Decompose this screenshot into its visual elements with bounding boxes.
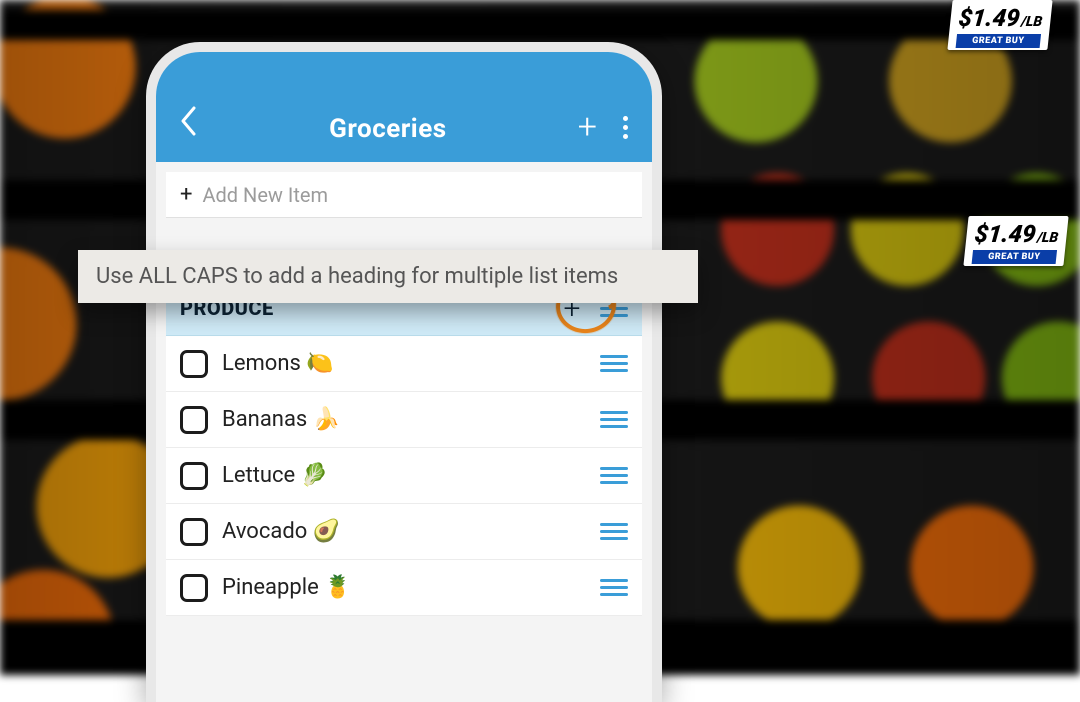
app-header: Groceries + xyxy=(156,52,652,162)
back-button[interactable] xyxy=(180,106,198,144)
price-banner: GREAT BUY xyxy=(972,250,1057,264)
price-tag: $1.49/LB GREAT BUY xyxy=(963,216,1068,266)
add-item-placeholder: Add New Item xyxy=(202,183,328,207)
price-value: $1.49 xyxy=(957,4,1021,32)
checkbox[interactable] xyxy=(180,406,208,434)
drag-handle-icon[interactable] xyxy=(600,579,628,596)
item-label: Pineapple 🍍 xyxy=(222,575,586,600)
checkbox[interactable] xyxy=(180,518,208,546)
drag-handle-icon[interactable] xyxy=(600,411,628,428)
checkbox[interactable] xyxy=(180,574,208,602)
instruction-tooltip: Use ALL CAPS to add a heading for multip… xyxy=(78,250,698,303)
price-unit: /LB xyxy=(1037,230,1060,246)
checkbox[interactable] xyxy=(180,350,208,378)
list-item[interactable]: Bananas 🍌 xyxy=(166,392,642,448)
header-add-button[interactable]: + xyxy=(578,110,597,144)
add-item-row[interactable]: + Add New Item xyxy=(166,172,642,218)
drag-handle-icon[interactable] xyxy=(600,355,628,372)
drag-handle-icon[interactable] xyxy=(600,523,628,540)
phone-mockup: Groceries + + Add New Item PRODUCE + Lem… xyxy=(146,42,662,702)
list-item[interactable]: Pineapple 🍍 xyxy=(166,560,642,616)
item-label: Avocado 🥑 xyxy=(222,519,586,544)
list-content: + Add New Item PRODUCE + Lemons 🍋 Banana… xyxy=(156,162,652,702)
item-label: Lemons 🍋 xyxy=(222,351,586,376)
drag-handle-icon[interactable] xyxy=(600,467,628,484)
list-item[interactable]: Lemons 🍋 xyxy=(166,336,642,392)
item-label: Bananas 🍌 xyxy=(222,407,586,432)
checkbox[interactable] xyxy=(180,462,208,490)
price-banner: GREAT BUY xyxy=(956,34,1041,48)
list-item[interactable]: Avocado 🥑 xyxy=(166,504,642,560)
list-item[interactable]: Lettuce 🥬 xyxy=(166,448,642,504)
price-tag: $1.49/LB GREAT BUY xyxy=(947,0,1052,50)
tooltip-text: Use ALL CAPS to add a heading for multip… xyxy=(96,264,618,289)
price-value: $1.49 xyxy=(973,220,1037,248)
plus-icon: + xyxy=(180,182,192,207)
overflow-menu-button[interactable] xyxy=(623,116,628,139)
price-unit: /LB xyxy=(1021,14,1044,30)
page-title: Groceries xyxy=(329,114,446,144)
item-label: Lettuce 🥬 xyxy=(222,463,586,488)
